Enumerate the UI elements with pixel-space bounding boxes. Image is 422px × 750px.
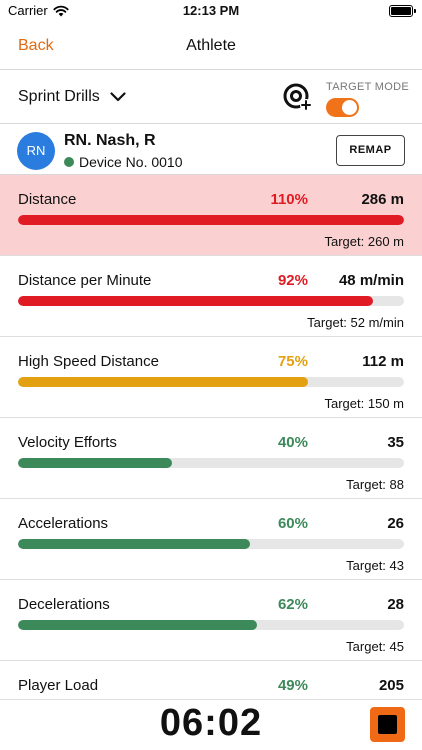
metric-percent: 92% [277, 272, 308, 289]
target-add-icon[interactable] [283, 82, 313, 112]
progress-fill [18, 620, 258, 630]
device-status: Device No. 0010 [64, 154, 183, 170]
metric-row-high-speed-distance[interactable]: High Speed Distance 75% 112 m Target: 15… [0, 337, 422, 418]
metric-percent: 40% [277, 434, 308, 451]
stop-icon [378, 715, 397, 734]
progress-fill [18, 296, 374, 306]
navigation-bar: Back Athlete [0, 24, 422, 70]
progress-track [18, 296, 404, 306]
metric-label: Velocity Efforts [18, 434, 117, 451]
metric-target: Target: 43 [346, 558, 404, 573]
progress-fill [18, 377, 308, 387]
status-bar: Carrier 12:13 PM [0, 0, 422, 24]
battery-icon [389, 5, 416, 17]
target-mode-toggle[interactable] [326, 98, 359, 117]
progress-track [18, 458, 404, 468]
metric-target: Target: 88 [346, 477, 404, 492]
metric-target: Target: 52 m/min [307, 315, 404, 330]
metric-value: 205 [378, 677, 404, 694]
drill-dropdown-label: Sprint Drills [18, 88, 100, 105]
metric-value: 112 m [362, 353, 404, 370]
metric-label: Accelerations [18, 515, 109, 532]
page-title: Athlete [186, 37, 236, 54]
metric-percent: 49% [277, 677, 308, 694]
athlete-header: RN RN. Nash, R Device No. 0010 REMAP [0, 124, 422, 175]
stop-button[interactable] [370, 707, 405, 742]
status-time: 12:13 PM [182, 3, 240, 18]
device-connected-dot [64, 157, 74, 167]
metric-label: Decelerations [18, 596, 110, 613]
metric-value: 28 [387, 596, 404, 613]
timer-bar: 06:02 [0, 699, 422, 750]
metric-value: 35 [387, 434, 404, 451]
metric-label: Player Load [18, 677, 99, 694]
metric-row-decelerations[interactable]: Decelerations 62% 28 Target: 45 [0, 580, 422, 661]
progress-fill [18, 539, 250, 549]
metric-row-distance-per-minute[interactable]: Distance per Minute 92% 48 m/min Target:… [0, 256, 422, 337]
metric-row-distance[interactable]: Distance 110% 286 m Target: 260 m [0, 175, 422, 256]
drill-dropdown[interactable]: Sprint Drills [18, 88, 126, 106]
drill-toolbar: Sprint Drills TARGET MODE [0, 70, 422, 124]
avatar: RN [17, 132, 55, 170]
device-label: Device No. 0010 [79, 154, 183, 170]
chevron-down-icon [110, 92, 126, 102]
progress-track [18, 539, 404, 549]
progress-track [18, 620, 404, 630]
athlete-screen: Carrier 12:13 PM Back Athlete Sprint Dri… [0, 0, 422, 750]
metric-target: Target: 260 m [324, 234, 405, 249]
metric-percent: 110% [270, 191, 308, 208]
athlete-name: RN. Nash, R [64, 132, 156, 149]
progress-fill [18, 458, 173, 468]
metric-percent: 75% [277, 353, 308, 370]
metric-value: 286 m [361, 191, 404, 208]
metric-row-velocity-efforts[interactable]: Velocity Efforts 40% 35 Target: 88 [0, 418, 422, 499]
progress-track [18, 215, 404, 225]
metric-label: Distance [18, 191, 77, 208]
metric-percent: 60% [277, 515, 308, 532]
remap-button[interactable]: REMAP [336, 135, 405, 166]
metric-row-accelerations[interactable]: Accelerations 60% 26 Target: 43 [0, 499, 422, 580]
metric-value: 48 m/min [338, 272, 404, 289]
toggle-knob [342, 100, 357, 115]
metric-target: Target: 150 m [324, 396, 405, 411]
metric-label: High Speed Distance [18, 353, 159, 370]
target-mode-label: TARGET MODE [326, 81, 409, 93]
metric-target: Target: 45 [346, 639, 404, 654]
metric-label: Distance per Minute [18, 272, 152, 289]
progress-fill [18, 215, 404, 225]
metric-value: 26 [387, 515, 404, 532]
metric-percent: 62% [277, 596, 308, 613]
progress-track [18, 377, 404, 387]
elapsed-timer: 06:02 [159, 702, 263, 744]
